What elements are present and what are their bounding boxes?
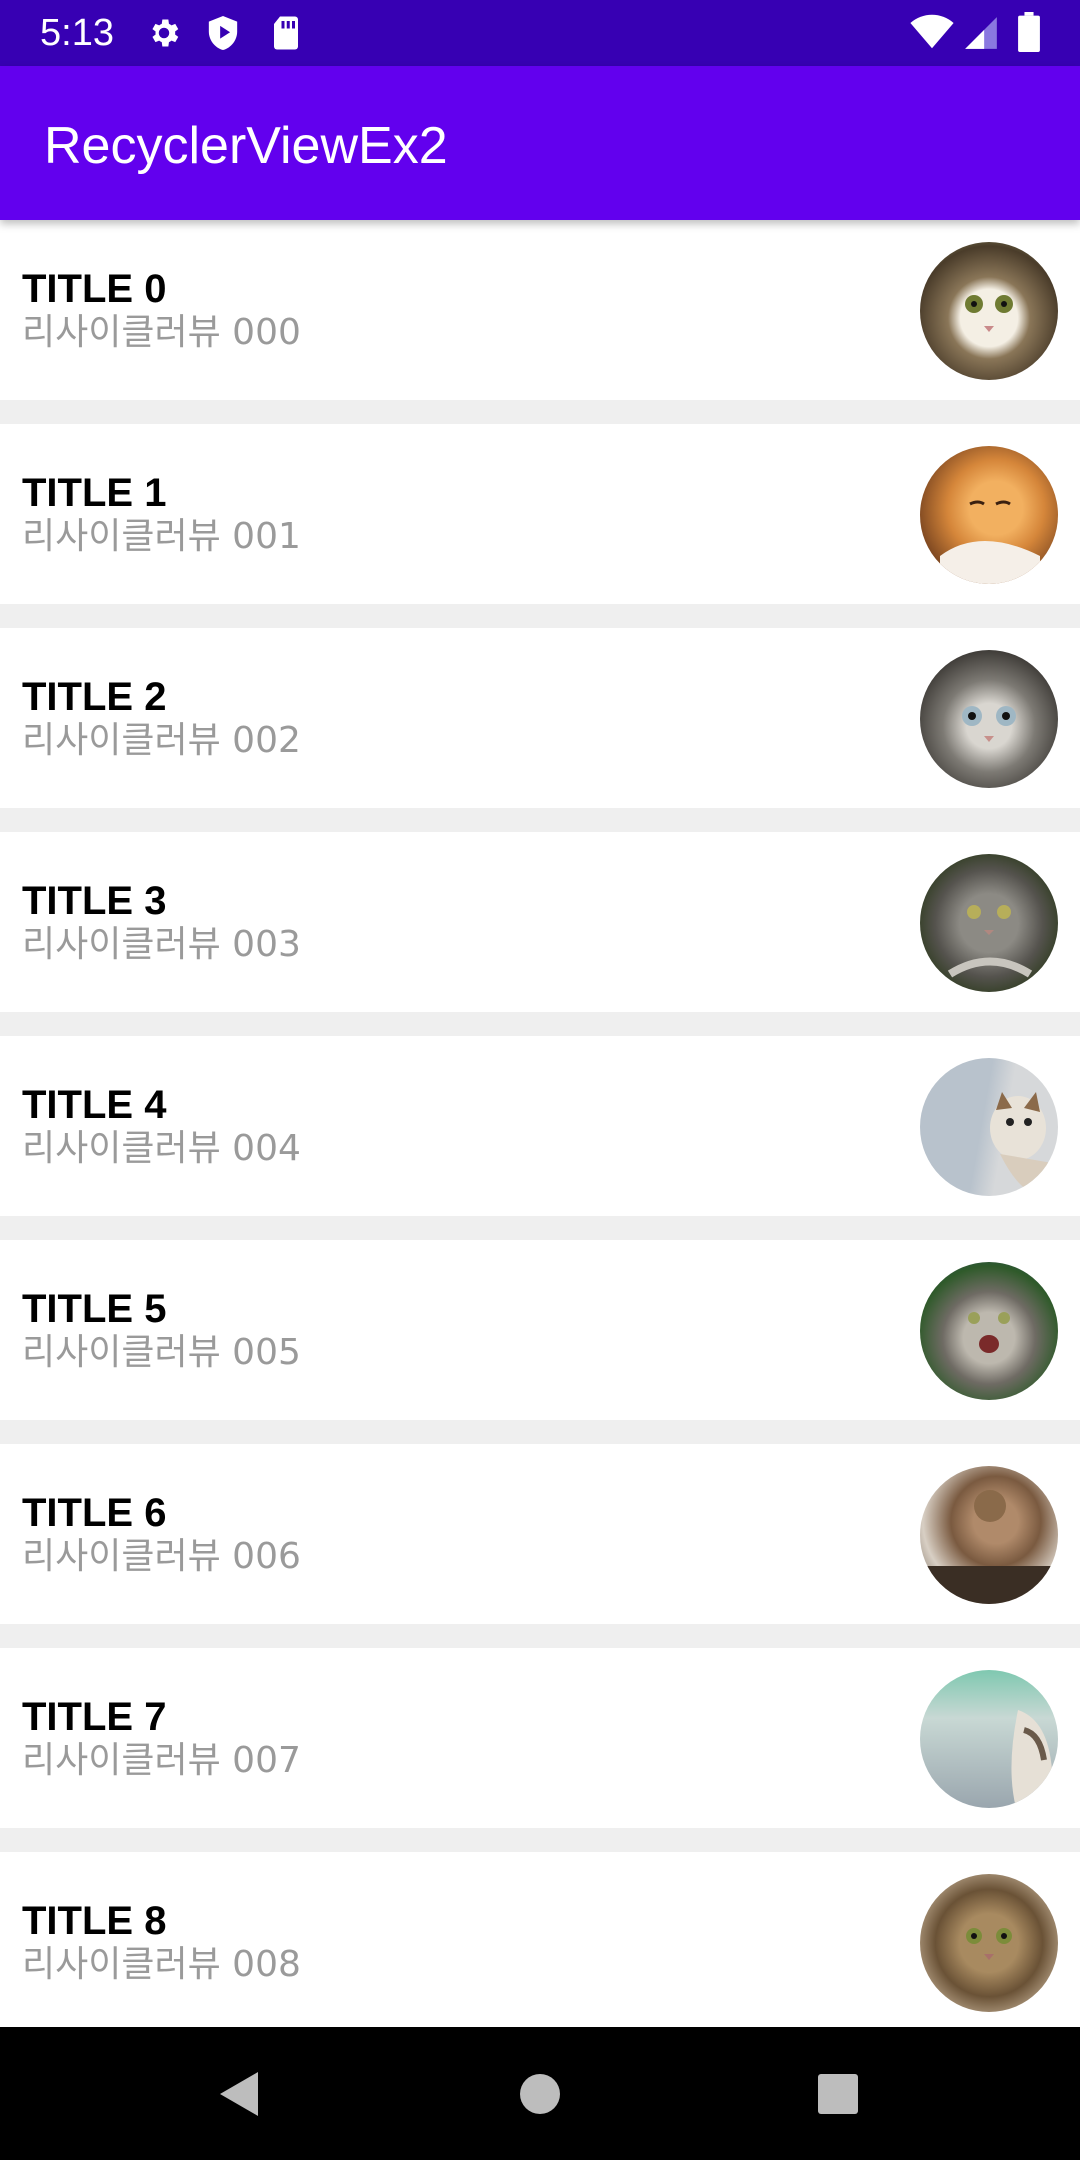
cat-avatar-icon xyxy=(920,1262,1058,1400)
list-item[interactable]: TITLE 0 리사이클러뷰 000 xyxy=(0,220,1080,400)
item-subtitle: 리사이클러뷰 000 xyxy=(22,312,301,353)
signal-icon xyxy=(965,17,997,49)
shield-icon xyxy=(208,16,238,50)
status-bar: 5:13 xyxy=(0,0,1080,66)
back-icon[interactable] xyxy=(210,2064,270,2124)
item-title: TITLE 0 xyxy=(22,267,167,311)
item-title: TITLE 3 xyxy=(22,879,167,923)
list-item[interactable]: TITLE 7 리사이클러뷰 007 xyxy=(0,1648,1080,1828)
list-item[interactable]: TITLE 4 리사이클러뷰 004 xyxy=(0,1036,1080,1216)
item-title: TITLE 4 xyxy=(22,1083,167,1127)
cat-avatar-icon xyxy=(920,1874,1058,2012)
item-subtitle: 리사이클러뷰 005 xyxy=(22,1332,301,1373)
item-subtitle: 리사이클러뷰 004 xyxy=(22,1128,301,1169)
item-title: TITLE 5 xyxy=(22,1287,167,1331)
list-item[interactable]: TITLE 2 리사이클러뷰 002 xyxy=(0,628,1080,808)
cat-avatar-icon xyxy=(920,1670,1058,1808)
app-bar: RecyclerViewEx2 xyxy=(0,66,1080,220)
cat-avatar-icon xyxy=(920,854,1058,992)
navigation-bar xyxy=(0,2027,1080,2160)
cat-avatar-icon xyxy=(920,242,1058,380)
item-subtitle: 리사이클러뷰 002 xyxy=(22,720,301,761)
wifi-icon xyxy=(910,14,954,49)
cat-avatar-icon xyxy=(920,446,1058,584)
list-item[interactable]: TITLE 3 리사이클러뷰 003 xyxy=(0,832,1080,1012)
item-title: TITLE 8 xyxy=(22,1899,167,1943)
cat-avatar-icon xyxy=(920,1058,1058,1196)
recycler-list[interactable]: TITLE 0 리사이클러뷰 000 TITLE 1 리사이클러뷰 001 TI… xyxy=(0,220,1080,2027)
item-subtitle: 리사이클러뷰 007 xyxy=(22,1740,301,1781)
list-item[interactable]: TITLE 6 리사이클러뷰 006 xyxy=(0,1444,1080,1624)
sd-card-icon xyxy=(274,16,298,50)
list-item[interactable]: TITLE 1 리사이클러뷰 001 xyxy=(0,424,1080,604)
item-title: TITLE 7 xyxy=(22,1695,167,1739)
item-subtitle: 리사이클러뷰 003 xyxy=(22,924,301,965)
list-item[interactable]: TITLE 5 리사이클러뷰 005 xyxy=(0,1240,1080,1420)
cat-avatar-icon xyxy=(920,650,1058,788)
item-title: TITLE 2 xyxy=(22,675,167,719)
cat-avatar-icon xyxy=(920,1466,1058,1604)
list-item[interactable]: TITLE 8 리사이클러뷰 008 xyxy=(0,1852,1080,2027)
gear-icon xyxy=(152,19,179,47)
app-title: RecyclerViewEx2 xyxy=(44,117,448,175)
item-title: TITLE 1 xyxy=(22,471,167,515)
item-subtitle: 리사이클러뷰 001 xyxy=(22,516,301,557)
battery-icon xyxy=(1018,12,1040,52)
item-subtitle: 리사이클러뷰 006 xyxy=(22,1536,301,1577)
item-title: TITLE 6 xyxy=(22,1491,167,1535)
recents-icon[interactable] xyxy=(808,2064,868,2124)
home-icon[interactable] xyxy=(510,2064,570,2124)
item-subtitle: 리사이클러뷰 008 xyxy=(22,1944,301,1985)
status-time: 5:13 xyxy=(40,12,114,54)
